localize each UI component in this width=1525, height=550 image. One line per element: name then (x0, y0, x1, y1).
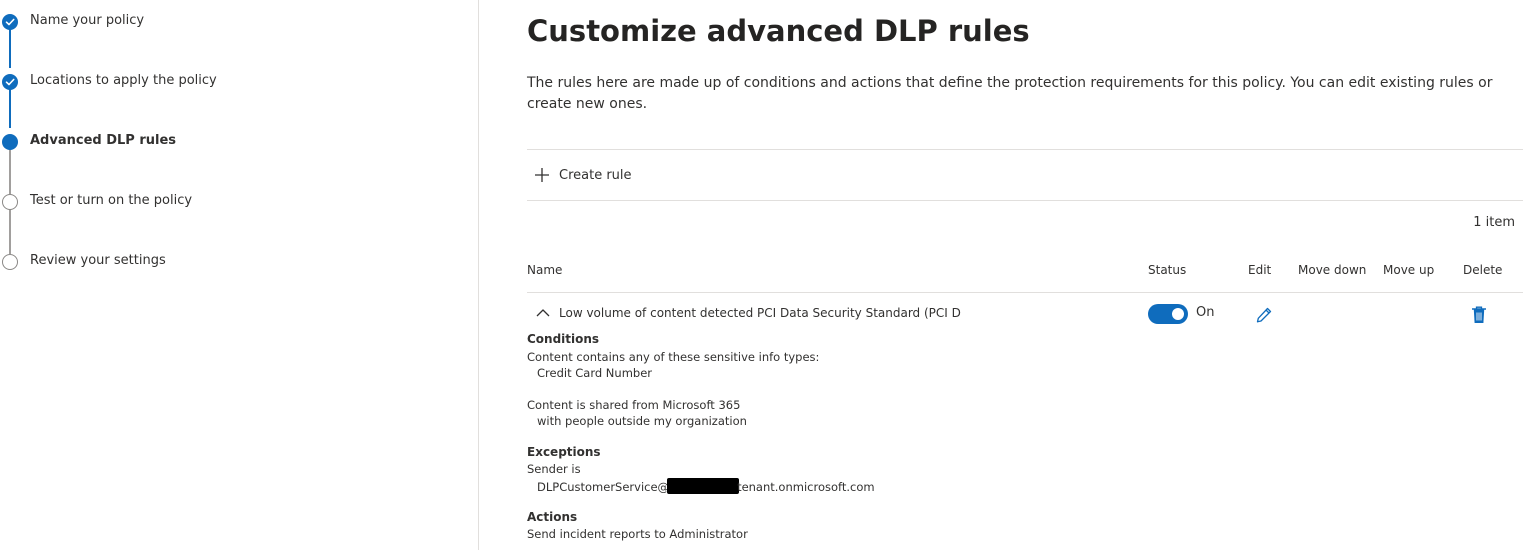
main-panel: Customize advanced DLP rules The rules h… (527, 0, 1523, 550)
divider (527, 292, 1523, 293)
exception-value: DLPCustomerService@ tenant.onmicrosoft.co… (537, 478, 875, 494)
step-connector (9, 28, 11, 68)
rule-row-toggle-expand[interactable]: Low volume of content detected PCI Data … (535, 306, 961, 320)
exception-email-prefix: DLPCustomerService@ (537, 480, 670, 494)
actions-heading: Actions (527, 510, 578, 524)
column-header-move-down[interactable]: Move down (1298, 263, 1366, 277)
step-label: Review your settings (30, 253, 166, 268)
condition-value: with people outside my organization (537, 414, 747, 428)
step-label: Name your policy (30, 13, 145, 28)
step-connector (9, 88, 11, 128)
condition-value: Credit Card Number (537, 366, 652, 380)
item-count: 1 item (1473, 215, 1515, 230)
condition-text: Content is shared from Microsoft 365 (527, 398, 741, 412)
condition-text: Content contains any of these sensitive … (527, 350, 820, 364)
exception-email-suffix: tenant.onmicrosoft.com (737, 480, 875, 494)
step-label: Locations to apply the policy (30, 73, 217, 88)
step-connector (9, 148, 11, 194)
page-title: Customize advanced DLP rules (527, 14, 1030, 48)
column-header-status[interactable]: Status (1148, 263, 1186, 277)
redaction-block (667, 478, 740, 494)
empty-circle-icon (2, 194, 18, 210)
step-label: Advanced DLP rules (30, 133, 177, 148)
current-step-dot-icon (2, 134, 18, 150)
divider (527, 200, 1523, 201)
create-rule-button[interactable]: Create rule (533, 164, 632, 186)
page-description: The rules here are made up of conditions… (527, 75, 1493, 112)
create-rule-label: Create rule (559, 167, 632, 183)
wizard-stepper: Name your policy Locations to apply the … (0, 0, 479, 550)
column-header-edit[interactable]: Edit (1248, 263, 1271, 277)
rule-name[interactable]: Low volume of content detected PCI Data … (559, 306, 961, 320)
column-header-name[interactable]: Name (527, 263, 562, 277)
empty-circle-icon (2, 254, 18, 270)
toggle-knob (1172, 308, 1184, 320)
exceptions-heading: Exceptions (527, 445, 601, 459)
column-header-delete[interactable]: Delete (1463, 263, 1502, 277)
divider (527, 149, 1523, 150)
rule-status-label: On (1196, 305, 1215, 320)
step-label: Test or turn on the policy (30, 193, 193, 208)
chevron-up-icon[interactable] (535, 307, 551, 319)
conditions-heading: Conditions (527, 332, 600, 346)
action-text: Send incident reports to Administrator (527, 527, 748, 541)
step-connector (9, 208, 11, 254)
trash-icon[interactable] (1470, 305, 1488, 325)
plus-icon (535, 168, 549, 182)
pencil-icon[interactable] (1254, 305, 1274, 325)
column-header-move-up[interactable]: Move up (1383, 263, 1434, 277)
checkmark-icon (2, 14, 18, 30)
exception-text: Sender is (527, 462, 581, 476)
checkmark-icon (2, 74, 18, 90)
rule-status-toggle[interactable] (1148, 304, 1188, 324)
